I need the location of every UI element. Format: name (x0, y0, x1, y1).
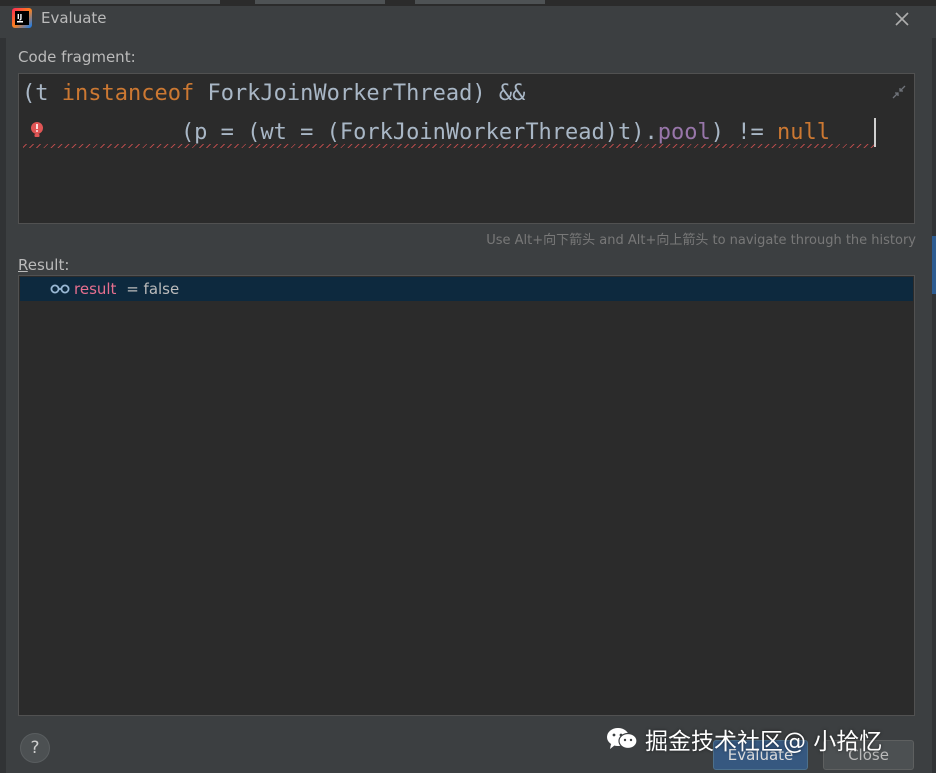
text-caret (874, 118, 876, 147)
glasses-icon (50, 284, 70, 294)
history-hint: Use Alt+向下箭头 and Alt+向上箭头 to navigate th… (486, 233, 916, 248)
result-value: false (143, 280, 180, 298)
svg-text:IJ: IJ (17, 13, 22, 21)
code-fragment-label: Code fragment: (18, 48, 136, 66)
watermark: 掘金技术社区@ 小拾忆 (605, 722, 882, 756)
result-tree[interactable]: result = false (18, 275, 915, 716)
watermark-text: 掘金技术社区@ 小拾忆 (645, 729, 883, 755)
code-line-1: (t instanceof ForkJoinWorkerThread) && (22, 81, 526, 106)
close-icon[interactable] (895, 12, 909, 26)
collapse-icon[interactable] (891, 84, 907, 100)
close-dialog-button[interactable] (888, 6, 916, 32)
code-line-2: (p = (wt = (ForkJoinWorkerThread)t).pool… (22, 120, 830, 145)
result-variable-name: result (74, 280, 117, 298)
error-bulb-icon[interactable] (29, 121, 45, 139)
background-ide-accent (932, 236, 936, 294)
result-label: Result: (18, 256, 70, 274)
code-fragment-editor[interactable]: (t instanceof ForkJoinWorkerThread) && (… (18, 73, 915, 224)
wechat-logo-icon (607, 728, 638, 750)
intellij-idea-icon: IJ (12, 8, 32, 28)
background-ide-edge (932, 38, 936, 773)
result-row[interactable]: result = false (20, 277, 913, 301)
dialog-titlebar: IJ Evaluate (0, 0, 936, 38)
result-separator: = (121, 280, 144, 298)
background-ide-edge (0, 38, 6, 773)
help-button[interactable]: ? (20, 733, 50, 763)
error-underline (23, 144, 875, 148)
dialog-title: Evaluate (41, 9, 107, 27)
